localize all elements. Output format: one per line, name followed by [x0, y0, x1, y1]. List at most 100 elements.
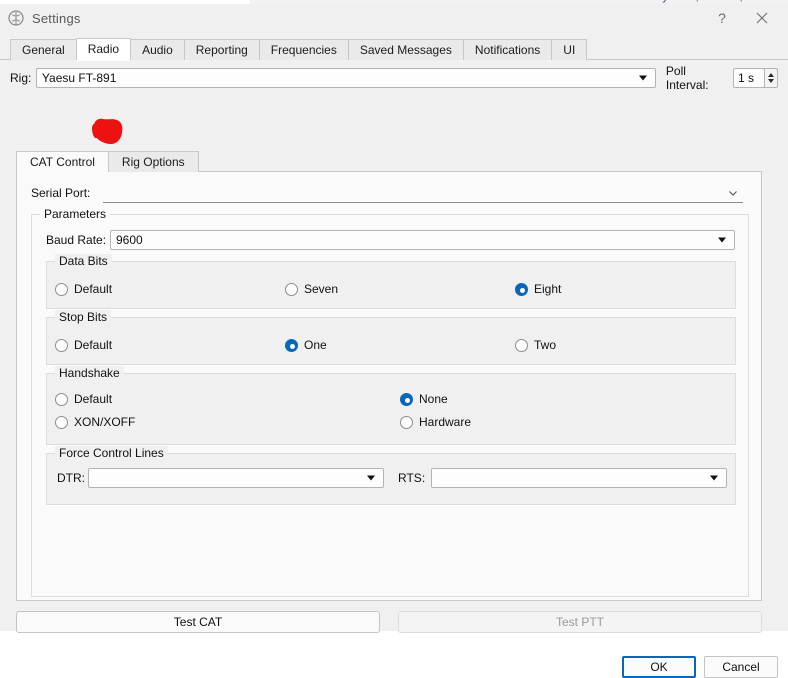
radio-dot-icon [515, 282, 528, 296]
tab-rig-options[interactable]: Rig Options [107, 151, 199, 172]
tab-label: UI [563, 43, 576, 57]
poll-interval-input[interactable]: 1 s [733, 68, 765, 88]
radio-label: One [304, 338, 327, 352]
chevron-down-icon [638, 75, 647, 81]
title-bar: Settings ? [0, 4, 788, 32]
tab-reporting[interactable]: Reporting [183, 39, 260, 60]
radio-stop-bits-one[interactable]: One [285, 338, 327, 352]
radio-label: Two [534, 338, 557, 352]
radio-label: Default [74, 282, 113, 296]
stop-bits-group: Stop Bits Default One Two [46, 310, 736, 365]
tab-cat-control[interactable]: CAT Control [16, 151, 109, 173]
radio-handshake-hardware[interactable]: Hardware [400, 415, 471, 429]
radio-handshake-none[interactable]: None [400, 392, 448, 406]
radio-label: Seven [304, 282, 339, 296]
help-button[interactable]: ? [702, 4, 742, 32]
tab-label: Reporting [195, 43, 248, 57]
data-bits-options: Default Seven Eight [47, 262, 735, 308]
cancel-button[interactable]: Cancel [704, 656, 778, 678]
dtr-label: DTR: [57, 471, 85, 485]
dialog-action-row: OK Cancel [622, 656, 778, 678]
wsjtx-logo-icon [8, 10, 24, 26]
radio-dot-icon [285, 282, 298, 296]
baud-rate-row: Baud Rate: 9600 [46, 230, 736, 250]
radio-dot-icon [55, 282, 68, 296]
parameters-group: Parameters Baud Rate: 9600 Data Bits Def… [31, 207, 749, 597]
baud-rate-select[interactable]: 9600 [110, 230, 735, 250]
rig-select-value: Yaesu FT-891 [41, 71, 117, 85]
radio-dot-icon [55, 415, 68, 429]
radio-stop-bits-default[interactable]: Default [55, 338, 112, 352]
rts-select[interactable] [431, 468, 727, 488]
test-ptt-label: Test PTT [555, 615, 604, 629]
poll-interval-stepper[interactable] [763, 68, 778, 88]
dtr-select[interactable] [88, 468, 385, 488]
radio-label: Eight [534, 282, 562, 296]
serial-port-label: Serial Port: [31, 186, 91, 200]
baud-rate-value: 9600 [116, 233, 143, 247]
handshake-options: Default None XON/XOFF Hardware [47, 374, 735, 444]
tab-label: Saved Messages [359, 43, 452, 57]
tab-audio[interactable]: Audio [130, 39, 185, 60]
settings-dialog: Settings ? General Radio Audio Reporting… [0, 4, 788, 678]
tab-label: Audio [142, 43, 173, 57]
serial-port-select[interactable] [103, 183, 743, 203]
poll-interval-label: Poll Interval: [665, 64, 709, 92]
test-cat-label: Test CAT [173, 615, 223, 629]
radio-dot-icon [55, 392, 68, 406]
tab-radio[interactable]: Radio [75, 38, 132, 61]
radio-stop-bits-two[interactable]: Two [515, 338, 556, 352]
chevron-down-icon [729, 191, 737, 196]
radio-dot-icon [400, 392, 413, 406]
tab-saved-messages[interactable]: Saved Messages [347, 39, 464, 60]
tab-ui[interactable]: UI [551, 39, 588, 60]
radio-handshake-xonxoff[interactable]: XON/XOFF [55, 415, 135, 429]
test-buttons-row: Test CAT Test PTT [16, 611, 762, 633]
tab-notifications[interactable]: Notifications [462, 39, 553, 60]
rig-select[interactable]: Yaesu FT-891 [35, 68, 656, 88]
inner-tab-label: Rig Options [121, 155, 185, 169]
radio-label: Default [74, 338, 113, 352]
ok-button[interactable]: OK [622, 656, 696, 678]
test-cat-button[interactable]: Test CAT [16, 611, 380, 633]
tab-label: Radio [87, 42, 120, 56]
tab-label: Notifications [474, 43, 541, 57]
parameters-legend: Parameters [40, 207, 111, 221]
radio-data-bits-eight[interactable]: Eight [515, 282, 561, 296]
radio-settings-page: Rig: Yaesu FT-891 Poll Interval: 1 s CAT… [0, 60, 788, 678]
rts-label: RTS: [398, 471, 426, 485]
tab-general[interactable]: General [10, 39, 77, 60]
stepper-down-icon[interactable] [767, 79, 774, 83]
radio-label: XON/XOFF [74, 415, 136, 429]
force-control-lines-legend: Force Control Lines [55, 446, 168, 460]
radio-data-bits-seven[interactable]: Seven [285, 282, 338, 296]
tab-label: General [22, 43, 65, 57]
baud-rate-label: Baud Rate: [46, 233, 107, 247]
window-title: Settings [32, 10, 81, 26]
stop-bits-options: Default One Two [47, 318, 735, 364]
radio-dot-icon [515, 338, 528, 352]
force-control-lines-row: DTR: RTS: [57, 468, 727, 488]
close-button[interactable] [742, 4, 782, 32]
chevron-down-icon [710, 475, 718, 481]
ok-label: OK [650, 660, 668, 674]
rig-label: Rig: [10, 71, 32, 85]
force-control-lines-group: Force Control Lines DTR: RTS: [46, 446, 736, 505]
radio-label: Default [74, 392, 113, 406]
help-label: ? [718, 10, 726, 26]
stepper-up-icon[interactable] [767, 73, 774, 77]
data-bits-group: Data Bits Default Seven Eight [46, 254, 736, 309]
handshake-group: Handshake Default None XON/XOFF Hardware [46, 366, 736, 445]
test-ptt-button[interactable]: Test PTT [398, 611, 762, 633]
poll-interval-value: 1 s [738, 71, 755, 85]
radio-label: Hardware [419, 415, 472, 429]
tab-frequencies[interactable]: Frequencies [258, 39, 349, 60]
radio-dot-icon [400, 415, 413, 429]
cat-tab-bar: CAT Control Rig Options [16, 150, 199, 173]
background-window-title: WSJT-X v2.6.1 by K1JT, G4WJS, K9AN and I… [580, 0, 788, 3]
radio-handshake-default[interactable]: Default [55, 392, 112, 406]
serial-port-row: Serial Port: [31, 183, 749, 203]
radio-data-bits-default[interactable]: Default [55, 282, 112, 296]
rig-row: Rig: Yaesu FT-891 Poll Interval: 1 s [10, 64, 778, 92]
radio-label: None [419, 392, 448, 406]
